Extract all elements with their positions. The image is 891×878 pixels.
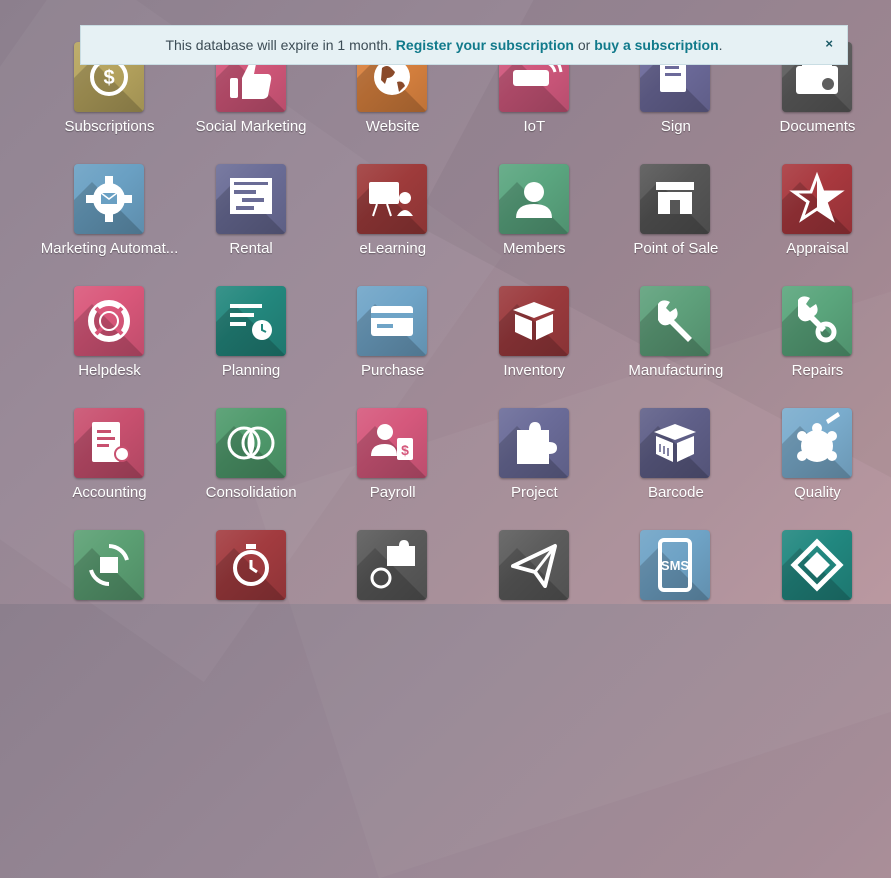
app-label: Documents [779, 118, 856, 135]
app-grid: $ Subscriptions Social Marketing Website IoT… [39, 42, 889, 652]
app-tile-repairs[interactable]: Repairs [747, 286, 889, 408]
app-tile-project[interactable]: Project [464, 408, 606, 530]
app-tile-row5-5[interactable]: SMS [605, 530, 747, 652]
app-tile-barcode[interactable]: Barcode [605, 408, 747, 530]
app-label: Website [365, 118, 420, 135]
app-icon-tile [357, 164, 428, 234]
app-label: Barcode [647, 484, 704, 501]
app-icon-tile: $ [357, 408, 428, 478]
app-label: Project [510, 484, 558, 501]
app-tile-planning[interactable]: Planning [181, 286, 323, 408]
app-icon-tile [781, 164, 852, 234]
app-tile-rental[interactable]: Rental [181, 164, 323, 286]
app-label: Helpdesk [78, 362, 141, 379]
app-label: Payroll [369, 484, 416, 501]
app-tile-manufacturing[interactable]: Manufacturing [605, 286, 747, 408]
app-icon-tile [781, 286, 852, 356]
app-tile-row5-4[interactable] [464, 530, 606, 652]
app-label: eLearning [359, 240, 427, 257]
register-subscription-link[interactable]: Register your subscription [396, 37, 574, 53]
app-label: Accounting [72, 484, 147, 501]
app-icon-tile [74, 286, 144, 356]
app-tile-inventory[interactable]: Inventory [464, 286, 606, 408]
app-tile-row5-2[interactable] [181, 530, 323, 652]
app-tile-purchase[interactable]: Purchase [322, 286, 464, 408]
app-tile-row5-1[interactable] [39, 530, 181, 652]
app-tile-members[interactable]: Members [464, 164, 606, 286]
app-label: Members [503, 240, 566, 257]
buy-subscription-link[interactable]: buy a subscription [594, 37, 718, 53]
app-tile-helpdesk[interactable]: Helpdesk [39, 286, 181, 408]
app-icon-tile [640, 408, 711, 478]
app-icon-tile [215, 408, 286, 478]
banner-message: This database will expire in 1 month. Re… [81, 37, 807, 53]
app-icon-tile [357, 286, 428, 356]
app-tile-quality[interactable]: Quality [747, 408, 889, 530]
app-icon-tile [640, 164, 711, 234]
app-label: Inventory [503, 362, 566, 379]
app-tile-consolidation[interactable]: Consolidation [181, 408, 323, 530]
app-label: IoT [523, 118, 546, 135]
app-label: Purchase [361, 362, 425, 379]
app-icon-tile [74, 164, 144, 234]
app-tile-point-of-sale[interactable]: Point of Sale [605, 164, 747, 286]
subscription-expiry-banner: This database will expire in 1 month. Re… [80, 25, 848, 65]
svg-text:$: $ [401, 442, 409, 458]
app-label: Rental [229, 240, 273, 257]
app-icon-tile: SMS [640, 530, 711, 600]
app-tile-appraisal[interactable]: Appraisal [747, 164, 889, 286]
app-icon-tile [498, 408, 569, 478]
banner-period: . [718, 37, 723, 53]
app-label: Quality [794, 484, 841, 501]
app-icon-tile [74, 530, 144, 600]
app-icon-tile [215, 530, 286, 600]
app-tile-marketing-automat[interactable]: Marketing Automat... [39, 164, 181, 286]
svg-text:$: $ [103, 67, 114, 89]
app-tile-accounting[interactable]: Accounting [39, 408, 181, 530]
app-icon-tile [781, 408, 852, 478]
banner-or-text: or [577, 37, 591, 53]
app-tile-row5-6[interactable] [747, 530, 889, 652]
app-icon-tile [640, 286, 711, 356]
app-label: Consolidation [205, 484, 297, 501]
app-icon-tile [215, 286, 286, 356]
app-icon-tile [498, 286, 569, 356]
app-tile-elearning[interactable]: eLearning [322, 164, 464, 286]
app-icon-tile [357, 530, 428, 600]
app-label: Subscriptions [64, 118, 155, 135]
app-icon-tile [498, 164, 569, 234]
app-tile-payroll[interactable]: $ Payroll [322, 408, 464, 530]
app-label: Social Marketing [195, 118, 307, 135]
app-label: Planning [221, 362, 281, 379]
app-label: Sign [660, 118, 691, 135]
app-label: Point of Sale [633, 240, 719, 257]
app-icon-tile [781, 530, 852, 600]
app-label: Marketing Automat... [40, 240, 179, 257]
app-icon-tile [215, 164, 286, 234]
svg-text:SMS: SMS [661, 558, 690, 573]
app-icon-tile [74, 408, 144, 478]
app-icon-tile [498, 530, 569, 600]
app-label: Repairs [791, 362, 844, 379]
app-label: Appraisal [786, 240, 849, 257]
close-icon[interactable]: × [825, 36, 833, 51]
app-tile-row5-3[interactable] [322, 530, 464, 652]
app-label: Manufacturing [628, 362, 724, 379]
banner-text: This database will expire in 1 month. [165, 37, 392, 53]
